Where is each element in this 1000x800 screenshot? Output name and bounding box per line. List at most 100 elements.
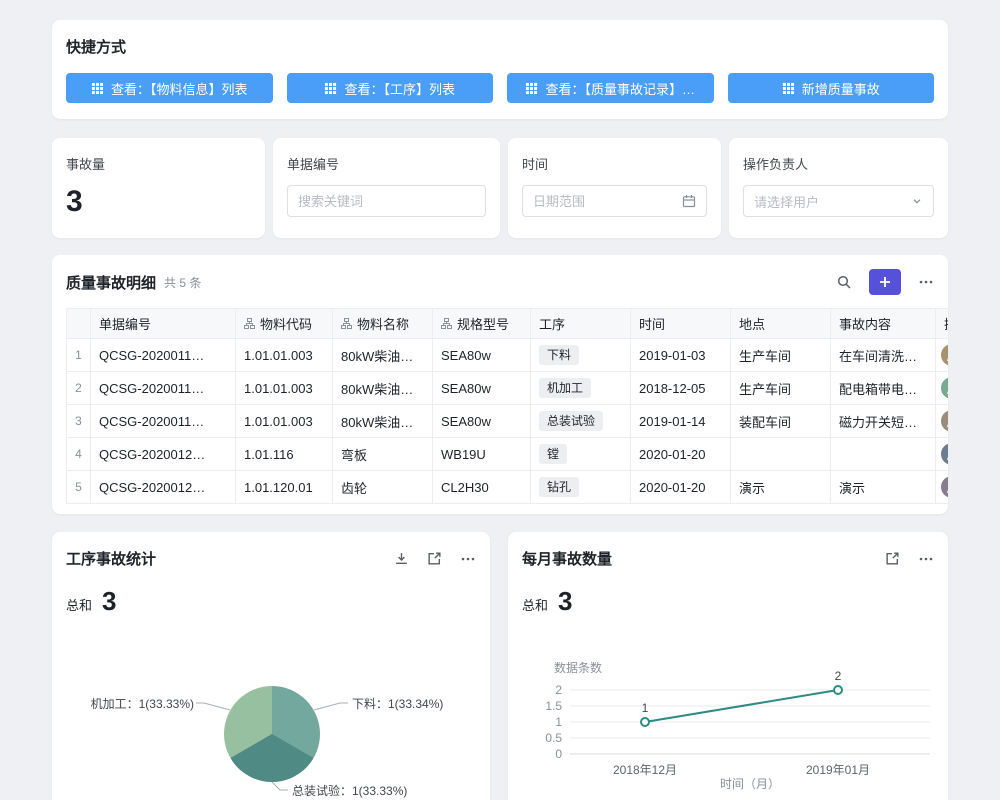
monthly-count-card: 每月事故数量 总和 3 数据条数 2 1.5: [508, 532, 948, 800]
cell-row-number: 4: [67, 438, 91, 471]
apps-grid-icon: [91, 82, 104, 95]
total-label: 总和: [522, 595, 548, 614]
cell-material-name: 齿轮: [333, 471, 433, 504]
doc-number-label: 单据编号: [287, 154, 486, 173]
cell-material-name: 80kW柴油…: [333, 405, 433, 438]
table-count: 共 5 条: [164, 274, 201, 291]
date-range-input[interactable]: [533, 194, 676, 209]
table-row[interactable]: 4 QCSG-2020012… 1.01.116 弯板 WB19U 镗 2020…: [67, 438, 949, 471]
line-value-1: 2: [835, 669, 842, 683]
cell-material-code: 1.01.01.003: [236, 339, 333, 372]
x-tick: 2019年01月: [806, 763, 870, 777]
cell-spec-model: SEA80w: [433, 372, 531, 405]
pie-card-actions: [394, 551, 476, 567]
accident-table: 单据编号 物料代码 物料名称 规格型号 工序 时间 地点 事故内容 操作负责人 …: [66, 308, 948, 504]
cell-content: [831, 438, 936, 471]
col-row-number: [67, 309, 91, 339]
cell-date: 2019-01-03: [631, 339, 731, 372]
view-material-list-button[interactable]: 查看：【物料信息】列表: [66, 73, 273, 103]
cell-content: 演示: [831, 471, 936, 504]
cell-doc-number: QCSG-2020011…: [91, 372, 236, 405]
time-filter-card: 时间: [508, 138, 721, 238]
add-record-button[interactable]: [869, 269, 901, 295]
table-actions: [836, 269, 934, 295]
apps-grid-icon: [525, 82, 538, 95]
view-quality-records-button[interactable]: 查看：【质量事故记录】…: [507, 73, 714, 103]
y-tick: 1.5: [545, 699, 562, 713]
doc-number-search-box[interactable]: [287, 185, 486, 217]
cell-owner: [936, 339, 949, 372]
process-tag: 下料: [539, 345, 579, 365]
line-card-actions: [885, 551, 934, 567]
more-dots-icon: [460, 551, 476, 567]
line-value-0: 1: [642, 701, 649, 715]
more-button[interactable]: [918, 551, 934, 567]
total-label: 总和: [66, 595, 92, 614]
date-range-box[interactable]: [522, 185, 707, 217]
more-button[interactable]: [918, 274, 934, 290]
pie-card-header: 工序事故统计: [66, 548, 476, 569]
download-button[interactable]: [394, 551, 409, 566]
cell-spec-model: CL2H30: [433, 471, 531, 504]
more-dots-icon: [918, 274, 934, 290]
doc-number-search-input[interactable]: [298, 194, 475, 209]
series-label: 数据条数: [554, 662, 602, 675]
x-axis-title: 时间（月）: [720, 777, 780, 791]
y-tick: 0.5: [545, 731, 562, 745]
plus-icon: [879, 276, 891, 288]
col-spec-model: 规格型号: [433, 309, 531, 339]
table-row[interactable]: 5 QCSG-2020012… 1.01.120.01 齿轮 CL2H30 钻孔…: [67, 471, 949, 504]
col-doc-number: 单据编号: [91, 309, 236, 339]
cell-content: 在车间清洗…: [831, 339, 936, 372]
cell-place: 演示: [731, 471, 831, 504]
open-in-new-icon: [885, 551, 900, 566]
avatar: [941, 443, 948, 465]
pie-callout-machining: 机加工：1(33.33%): [91, 695, 194, 712]
cell-owner: [936, 372, 949, 405]
table-scroll-area[interactable]: 单据编号 物料代码 物料名称 规格型号 工序 时间 地点 事故内容 操作负责人 …: [66, 308, 948, 504]
pie-chart-title: 工序事故统计: [66, 548, 156, 569]
operator-select-placeholder: 请选择用户: [754, 192, 905, 211]
table-title: 质量事故明细: [66, 272, 156, 293]
cell-material-name: 80kW柴油…: [333, 372, 433, 405]
process-stats-card: 工序事故统计 总和 3: [52, 532, 490, 800]
col-material-code: 物料代码: [236, 309, 333, 339]
shortcuts-title: 快捷方式: [66, 36, 934, 57]
accident-count-value: 3: [66, 185, 251, 219]
line-total: 总和 3: [522, 586, 572, 617]
line-chart-title: 每月事故数量: [522, 548, 612, 569]
open-window-button[interactable]: [885, 551, 900, 566]
avatar: [941, 344, 948, 366]
dashboard-page: 快捷方式 查看：【物料信息】列表 查看：【工序】列表 查看：【质量事故记录】… …: [0, 0, 1000, 800]
col-owner: 操作负责人: [936, 309, 949, 339]
more-button[interactable]: [460, 551, 476, 567]
total-value: 3: [558, 586, 572, 617]
cell-owner: [936, 471, 949, 504]
apps-grid-icon: [782, 82, 795, 95]
add-quality-accident-button[interactable]: 新增质量事故: [728, 73, 935, 103]
process-tag: 机加工: [539, 378, 591, 398]
operator-filter-card: 操作负责人 请选择用户: [729, 138, 948, 238]
chevron-down-icon: [911, 195, 923, 207]
calendar-icon: [682, 194, 696, 208]
view-process-list-button[interactable]: 查看：【工序】列表: [287, 73, 494, 103]
table-row[interactable]: 3 QCSG-2020011… 1.01.01.003 80kW柴油… SEA8…: [67, 405, 949, 438]
cell-process: 总装试验: [531, 405, 631, 438]
open-window-button[interactable]: [427, 551, 442, 566]
table-row[interactable]: 1 QCSG-2020011… 1.01.01.003 80kW柴油… SEA8…: [67, 339, 949, 372]
line-marker-1: [834, 686, 842, 694]
table-row[interactable]: 2 QCSG-2020011… 1.01.01.003 80kW柴油… SEA8…: [67, 372, 949, 405]
y-tick: 1: [555, 715, 562, 729]
col-process: 工序: [531, 309, 631, 339]
filter-row: 事故量 3 单据编号 时间 操作负责人 请选择用户: [52, 138, 948, 238]
button-label: 查看：【质量事故记录】…: [545, 79, 695, 98]
charts-row: 工序事故统计 总和 3: [52, 532, 948, 800]
button-label: 查看：【物料信息】列表: [111, 79, 248, 98]
total-value: 3: [102, 586, 116, 617]
download-icon: [394, 551, 409, 566]
col-content: 事故内容: [831, 309, 936, 339]
cell-content: 配电箱带电…: [831, 372, 936, 405]
search-button[interactable]: [836, 274, 852, 290]
col-material-name: 物料名称: [333, 309, 433, 339]
operator-select[interactable]: 请选择用户: [743, 185, 934, 217]
